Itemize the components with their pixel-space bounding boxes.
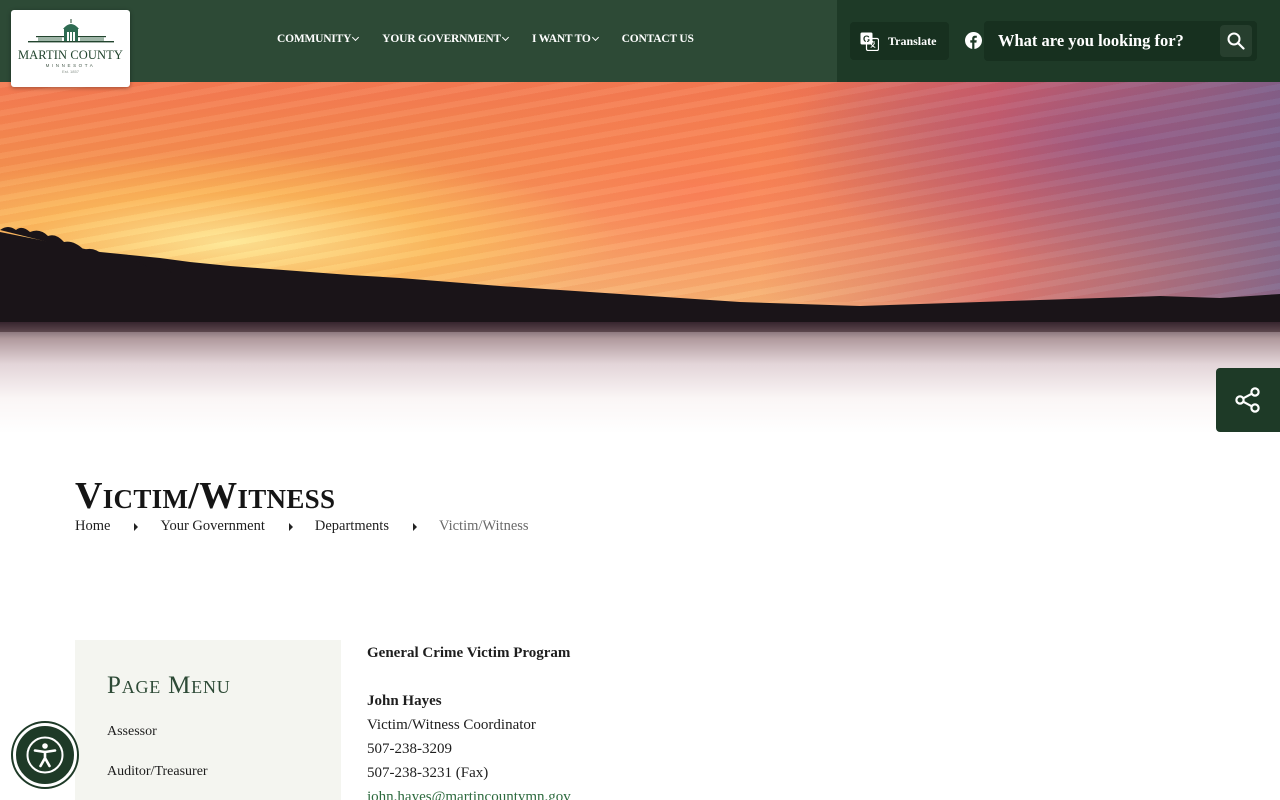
chevron-down-icon <box>501 33 509 41</box>
facebook-icon[interactable] <box>965 32 982 49</box>
nav-contact-us-label: CONTACT US <box>621 33 694 45</box>
breadcrumb-your-government[interactable]: Your Government <box>160 518 264 535</box>
page-title: Victim/Witness <box>75 475 336 517</box>
page-menu-item-assessor[interactable]: Assessor <box>107 724 157 740</box>
nav-your-government[interactable]: YOUR GOVERNMENT <box>382 33 509 45</box>
hero-banner-image <box>0 82 1280 462</box>
contact-email-link[interactable]: john.hayes@martincountymn.gov <box>367 785 571 800</box>
google-translate-icon: G <box>860 32 880 51</box>
search-box <box>984 21 1257 61</box>
page-menu-title: Page Menu <box>107 672 231 699</box>
search-input[interactable] <box>984 21 1214 61</box>
nav-contact-us[interactable]: CONTACT US <box>622 33 694 45</box>
search-icon <box>1227 32 1245 50</box>
chevron-down-icon <box>591 33 599 41</box>
contact-name: John Hayes <box>367 693 442 709</box>
main-nav: COMMUNITY YOUR GOVERNMENT I WANT TO CONT… <box>277 33 694 45</box>
chevron-down-icon <box>352 33 360 41</box>
breadcrumb: Home Your Government Departments Victim/… <box>75 518 529 535</box>
caret-right-icon <box>412 522 417 531</box>
county-logo[interactable]: MARTIN COUNTY MINNESOTA Est. 1857 <box>11 10 130 87</box>
breadcrumb-departments[interactable]: Departments <box>315 518 389 535</box>
translate-button[interactable]: G Translate <box>850 22 949 60</box>
treeline-silhouette <box>0 227 1280 332</box>
nav-community-label: COMMUNITY <box>277 33 352 45</box>
caret-right-icon <box>134 522 139 531</box>
accessibility-button[interactable] <box>13 723 77 787</box>
logo-county-name: MARTIN COUNTY <box>17 48 124 62</box>
share-icon <box>1235 387 1260 413</box>
nav-community[interactable]: COMMUNITY <box>277 33 360 45</box>
page-menu: Page Menu Assessor Auditor/Treasurer <box>75 640 341 800</box>
share-button[interactable] <box>1216 368 1280 432</box>
caret-right-icon <box>288 522 293 531</box>
courthouse-icon <box>27 19 114 43</box>
page-menu-item-auditor-treasurer[interactable]: Auditor/Treasurer <box>107 764 208 780</box>
logo-established: Est. 1857 <box>62 69 79 74</box>
logo-state-name: MINNESOTA <box>45 63 96 68</box>
breadcrumb-home[interactable]: Home <box>75 518 110 535</box>
nav-i-want-to[interactable]: I WANT TO <box>531 33 599 45</box>
main-content: General Crime Victim Program John Hayes … <box>367 641 571 800</box>
accessibility-icon <box>26 736 64 774</box>
translate-label: Translate <box>888 33 937 48</box>
contact-phone[interactable]: 507-238-3209 <box>367 737 571 761</box>
nav-your-government-label: YOUR GOVERNMENT <box>382 33 501 45</box>
program-heading: General Crime Victim Program <box>367 645 571 661</box>
search-button[interactable] <box>1220 25 1252 57</box>
contact-fax: 507-238-3231 (Fax) <box>367 765 489 781</box>
breadcrumb-current: Victim/Witness <box>438 518 529 534</box>
contact-role: Victim/Witness Coordinator <box>367 717 536 733</box>
nav-i-want-to-label: I WANT TO <box>531 33 591 45</box>
